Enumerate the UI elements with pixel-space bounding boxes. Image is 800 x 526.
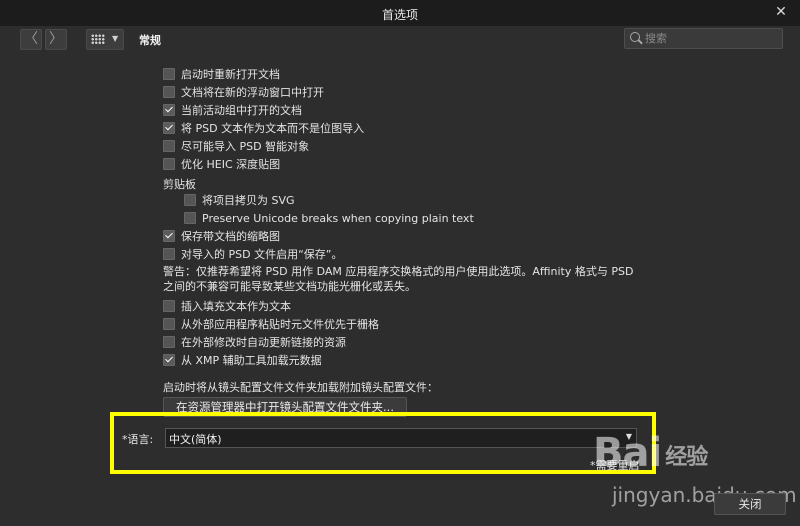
checkbox-label: Preserve Unicode breaks when copying pla… bbox=[202, 211, 474, 225]
checkbox-label: 文档将在新的浮动窗口中打开 bbox=[181, 86, 324, 99]
checkbox-row[interactable]: 启动时重新打开文档 bbox=[163, 65, 280, 83]
checkbox-label: 将项目拷贝为 SVG bbox=[202, 194, 295, 207]
tab-general[interactable]: 常规 bbox=[139, 32, 161, 48]
checkbox[interactable] bbox=[163, 354, 175, 366]
close-icon[interactable]: ✕ bbox=[772, 3, 790, 21]
psd-warning-text: 警告：仅推荐希望将 PSD 用作 DAM 应用程序交换格式的用户使用此选项。Af… bbox=[163, 265, 634, 293]
watermark-text-cn: 经验 bbox=[665, 445, 708, 470]
search-input[interactable] bbox=[645, 30, 775, 46]
checkbox-row[interactable]: Preserve Unicode breaks when copying pla… bbox=[184, 209, 474, 227]
checkbox[interactable] bbox=[163, 336, 175, 348]
checkbox-row[interactable]: 插入填充文本作为文本 bbox=[163, 297, 291, 315]
search-box[interactable] bbox=[624, 28, 783, 49]
checkbox-label: 从外部应用程序粘贴时元文件优先于栅格 bbox=[181, 318, 379, 331]
checkbox[interactable] bbox=[163, 86, 175, 98]
checkbox[interactable] bbox=[163, 140, 175, 152]
lens-profiles-label: 启动时将从镜头配置文件文件夹加载附加镜头配置文件： bbox=[163, 381, 438, 394]
checkbox-label: 插入填充文本作为文本 bbox=[181, 300, 291, 313]
checkbox[interactable] bbox=[163, 318, 175, 330]
watermark-text: Bai bbox=[593, 430, 662, 476]
checkbox-label: 启动时重新打开文档 bbox=[181, 68, 280, 81]
checkbox-label: 从 XMP 辅助工具加载元数据 bbox=[181, 354, 322, 367]
grid-icon bbox=[91, 34, 105, 44]
checkbox-label: 在外部修改时自动更新链接的资源 bbox=[181, 336, 346, 349]
back-button[interactable]: 〈 bbox=[20, 29, 42, 50]
checkbox[interactable] bbox=[184, 212, 196, 224]
checkbox-row[interactable]: 从 XMP 辅助工具加载元数据 bbox=[163, 351, 322, 369]
title-bar: 首选项 ✕ bbox=[0, 0, 800, 27]
checkbox-row[interactable]: 将项目拷贝为 SVG bbox=[184, 191, 295, 209]
checkbox-row[interactable]: 在外部修改时自动更新链接的资源 bbox=[163, 333, 346, 351]
category-grid-button[interactable]: ▼ bbox=[86, 29, 124, 50]
chevron-down-icon: ▼ bbox=[112, 34, 119, 43]
checkbox[interactable] bbox=[163, 230, 175, 242]
checkbox-label: 对导入的 PSD 文件启用“保存”。 bbox=[181, 248, 343, 261]
search-icon bbox=[630, 32, 640, 42]
checkbox-label: 尽可能导入 PSD 智能对象 bbox=[181, 140, 310, 153]
forward-button[interactable]: 〉 bbox=[45, 29, 67, 50]
checkbox[interactable] bbox=[163, 104, 175, 116]
checkbox-row[interactable]: 将 PSD 文本作为文本而不是位图导入 bbox=[163, 119, 364, 137]
checkbox-row[interactable]: 对导入的 PSD 文件启用“保存”。 bbox=[163, 245, 342, 263]
checkbox[interactable] bbox=[163, 158, 175, 170]
close-button[interactable]: 关闭 bbox=[714, 493, 786, 515]
checkbox-label: 优化 HEIC 深度贴图 bbox=[181, 158, 281, 171]
checkbox[interactable] bbox=[184, 194, 196, 206]
checkbox-row[interactable]: 尽可能导入 PSD 智能对象 bbox=[163, 137, 309, 155]
clipboard-heading: 剪贴板 bbox=[163, 178, 196, 191]
toolbar: 〈 〉 ▼ 常规 bbox=[0, 26, 800, 52]
window-title: 首选项 bbox=[381, 8, 418, 22]
checkbox-row[interactable]: 从外部应用程序粘贴时元文件优先于栅格 bbox=[163, 315, 379, 333]
checkbox[interactable] bbox=[163, 68, 175, 80]
watermark-logo: Bai 经验 bbox=[593, 430, 708, 476]
checkbox-row[interactable]: 文档将在新的浮动窗口中打开 bbox=[163, 83, 324, 101]
checkbox[interactable] bbox=[163, 248, 175, 260]
checkbox-label: 当前活动组中打开的文档 bbox=[181, 104, 302, 117]
checkbox-label: 保存带文档的缩略图 bbox=[181, 230, 280, 243]
checkbox-row[interactable]: 优化 HEIC 深度贴图 bbox=[163, 155, 280, 173]
highlight-box bbox=[110, 412, 656, 474]
checkbox[interactable] bbox=[163, 300, 175, 312]
checkbox-row[interactable]: 保存带文档的缩略图 bbox=[163, 227, 280, 245]
checkbox-label: 将 PSD 文本作为文本而不是位图导入 bbox=[181, 122, 365, 135]
checkbox[interactable] bbox=[163, 122, 175, 134]
checkbox-row[interactable]: 当前活动组中打开的文档 bbox=[163, 101, 302, 119]
